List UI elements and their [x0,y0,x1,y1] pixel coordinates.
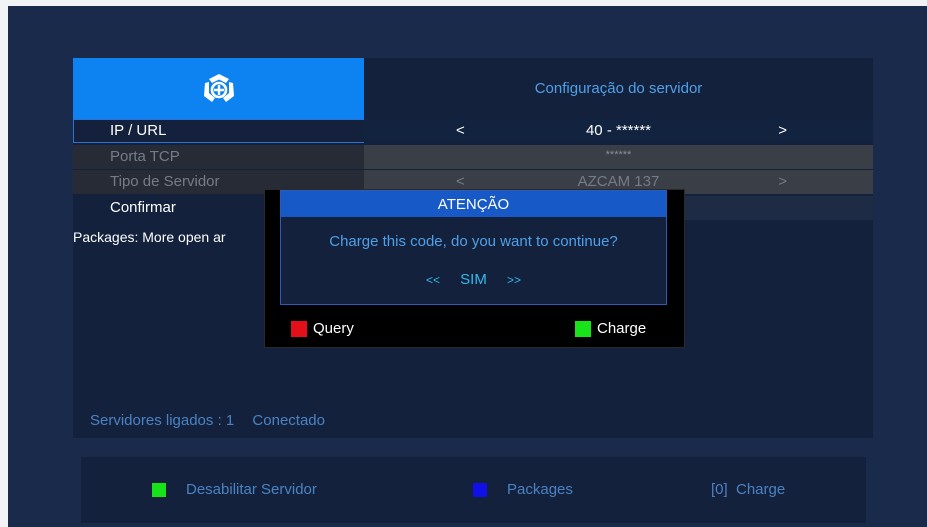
tipo-servidor-next-arrow[interactable]: > [778,173,787,190]
option-value[interactable]: SIM [460,271,487,288]
dialog-charge-label: Charge [597,320,647,337]
porta-tcp-value-area[interactable]: ****** [364,145,873,169]
logo-cell [73,58,364,119]
dialog-charge-key[interactable]: Charge [575,320,646,337]
legend-charge[interactable]: [0] Charge [711,481,785,498]
legend-charge-label: [0] Charge [711,481,786,498]
tipo-servidor-label: Tipo de Servidor [110,173,220,190]
option-prev-arrow[interactable]: << [426,273,440,287]
connection-state: Conectado [252,412,325,429]
confirmar-label: Confirmar [110,199,176,216]
dialog-option-selector[interactable]: << SIM >> [281,271,666,288]
servers-connected-count: Servidores ligados : 1 [90,412,235,429]
ip-url-label: IP / URL [110,122,167,139]
red-key-icon [291,320,307,337]
ip-url-value-area[interactable]: < 40 - ****** > [364,119,873,143]
dialog-message: Charge this code, do you want to continu… [329,233,618,250]
ip-url-row[interactable]: IP / URL < 40 - ****** > [73,119,873,143]
dialog-query-key[interactable]: Query [291,320,354,337]
legend-packages-label: Packages [507,481,573,498]
blue-key-icon [473,482,487,497]
legend-disable-server[interactable]: Desabilitar Servidor [152,481,317,498]
server-status: Servidores ligados : 1 Conectado [90,412,325,429]
porta-tcp-value: ****** [605,149,632,161]
porta-tcp-label: Porta TCP [110,148,180,165]
ip-url-value: 40 - ****** [585,122,652,139]
page-title: Configuração do servidor [364,58,873,119]
azamerica-logo-icon [203,73,234,102]
tipo-servidor-value: AZCAM 137 [577,173,660,190]
dialog-query-label: Query [313,320,354,337]
legend-disable-server-label: Desabilitar Servidor [186,481,317,498]
green-key-icon [575,320,591,337]
dialog-title: ATENÇÃO [281,191,666,217]
legend-packages[interactable]: Packages [473,481,573,498]
ip-url-next-arrow[interactable]: > [778,122,787,139]
dialog-content: ATENÇÃO Charge this code, do you want to… [280,190,667,305]
attention-dialog: ATENÇÃO Charge this code, do you want to… [264,189,685,348]
option-next-arrow[interactable]: >> [507,273,521,287]
packages-info: Packages: More open ar [73,229,226,245]
porta-tcp-row[interactable]: Porta TCP ****** [73,145,873,169]
green-key-icon [152,482,166,497]
